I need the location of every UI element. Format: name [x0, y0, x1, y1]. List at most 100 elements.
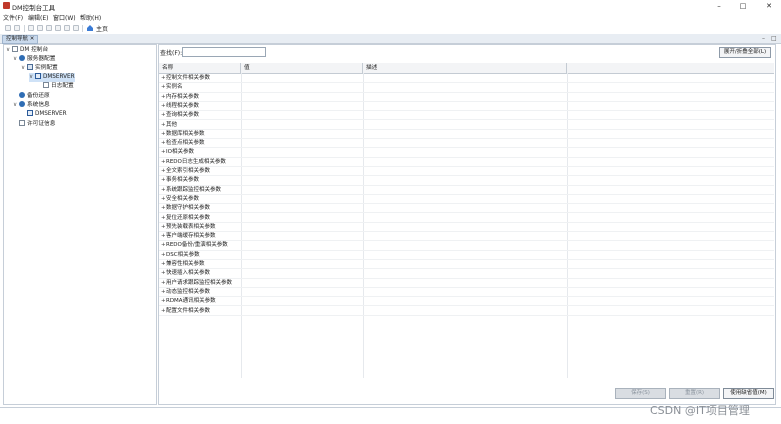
forward-icon[interactable]: [55, 25, 61, 31]
tab-control-navigation[interactable]: 控制导航 ✕: [2, 35, 39, 44]
table-row[interactable]: +全文索引相关参数: [159, 167, 774, 177]
table-row[interactable]: +其他: [159, 121, 774, 130]
row-label: 系统跟踪监控相关参数: [166, 186, 222, 193]
row-label: 查询相关参数: [166, 112, 200, 119]
maximize-button[interactable]: □: [736, 1, 750, 11]
menu-edit[interactable]: 编辑(E): [28, 13, 48, 22]
row-label: 其他: [166, 121, 178, 128]
panel-minimize-icon[interactable]: –: [762, 35, 765, 42]
save-icon[interactable]: [14, 25, 20, 31]
server-icon: [27, 110, 33, 116]
table-row[interactable]: +安全相关参数: [159, 195, 774, 205]
table-row[interactable]: +控制文件相关参数: [159, 74, 774, 84]
tree-node-system-info[interactable]: ∨ 系统信息: [13, 101, 50, 110]
row-label: 动态监控相关参数: [166, 288, 211, 295]
system-info-icon: [19, 101, 25, 107]
column-header-description[interactable]: 描述: [363, 63, 567, 73]
print-preview-icon[interactable]: [37, 25, 43, 31]
toolbar-separator: [82, 25, 83, 32]
instance-config-icon: [27, 64, 33, 70]
row-label: REDO备份/重演相关参数: [166, 242, 228, 249]
tree-node-log-config[interactable]: 日志配置: [37, 82, 74, 91]
refresh-icon[interactable]: [64, 25, 70, 31]
column-header-name[interactable]: 名称: [159, 63, 241, 73]
tree-node-dm-console[interactable]: ∨ DM 控制台: [6, 46, 48, 55]
tree-node-dmserver-config[interactable]: ∨ DMSERVER: [29, 73, 75, 82]
row-label: 内存相关参数: [166, 93, 200, 100]
row-label: RDMA通讯相关参数: [166, 298, 216, 305]
navigation-tree: ∨ DM 控制台 ∨ 服务器配置 ∨ 实例配置 ∨ DMSERVER 日志配置 备份还原…: [3, 44, 157, 405]
search-input[interactable]: [182, 47, 266, 57]
row-label: 线程相关参数: [166, 102, 200, 109]
print-icon[interactable]: [28, 25, 34, 31]
table-row[interactable]: +线程相关参数: [159, 102, 774, 112]
back-icon[interactable]: [46, 25, 52, 31]
home-icon[interactable]: [86, 24, 94, 32]
save-button[interactable]: 保存(S): [615, 388, 666, 399]
stop-icon[interactable]: [73, 25, 79, 31]
table-row[interactable]: +实例名: [159, 83, 774, 93]
table-row[interactable]: +数据库相关参数: [159, 130, 774, 140]
server-icon: [35, 73, 41, 79]
minimize-button[interactable]: –: [712, 1, 726, 11]
table-row[interactable]: +用户请求跟踪监控相关参数: [159, 279, 774, 288]
window-title: DM控制台工具: [12, 4, 56, 12]
row-label: 数据守护相关参数: [166, 205, 211, 212]
gear-icon: [19, 55, 25, 61]
menu-bar: 文件(F) 编辑(E) 窗口(W) 帮助(H): [0, 12, 781, 22]
new-icon[interactable]: [5, 25, 11, 31]
reset-button[interactable]: 重置(R): [669, 388, 720, 399]
menu-help[interactable]: 帮助(H): [80, 13, 101, 22]
toolbar-separator: [24, 25, 25, 32]
tree-node-backup-restore[interactable]: 备份还原: [13, 92, 50, 101]
tree-node-server-config[interactable]: ∨ 服务器配置: [13, 55, 55, 64]
column-header-value[interactable]: 值: [241, 63, 363, 73]
row-label: 兼容性相关参数: [166, 261, 205, 267]
tab-close-icon[interactable]: ✕: [30, 36, 35, 42]
home-label[interactable]: 主页: [96, 24, 108, 33]
table-row[interactable]: +快速插入相关参数: [159, 269, 774, 279]
use-default-button[interactable]: 使用缺省值(M): [723, 388, 774, 399]
row-label: 复位还原相关参数: [166, 214, 211, 221]
expand-collapse-all-button[interactable]: 展开/折叠全部(L): [719, 47, 771, 58]
table-row[interactable]: +DSC相关参数: [159, 251, 774, 260]
row-label: IO相关参数: [166, 149, 194, 156]
backup-icon: [19, 92, 25, 98]
table-row[interactable]: +事务相关参数: [159, 176, 774, 186]
tree-node-dmserver-info[interactable]: DMSERVER: [21, 110, 67, 119]
row-label: DSC相关参数: [166, 251, 200, 258]
table-row[interactable]: +复位还原相关参数: [159, 214, 774, 223]
menu-file[interactable]: 文件(F): [3, 13, 23, 22]
row-label: 快速插入相关参数: [166, 270, 211, 277]
table-row[interactable]: +数据守护相关参数: [159, 204, 774, 214]
row-label: 实例名: [166, 84, 183, 91]
menu-window[interactable]: 窗口(W): [53, 13, 76, 22]
table-row[interactable]: +兼容性相关参数: [159, 260, 774, 270]
row-label: 事务相关参数: [166, 177, 200, 184]
panel-maximize-icon[interactable]: □: [771, 35, 777, 42]
table-row[interactable]: +预先装载表相关参数: [159, 223, 774, 233]
table-row[interactable]: +REDO备份/重演相关参数: [159, 241, 774, 251]
search-label: 查找(F):: [160, 50, 183, 57]
table-row[interactable]: +REDO日志生成相关参数: [159, 158, 774, 167]
table-header: 名称 值 描述: [159, 63, 774, 74]
table-row[interactable]: +动态监控相关参数: [159, 288, 774, 298]
tree-node-instance-config[interactable]: ∨ 实例配置: [21, 64, 58, 73]
close-window-button[interactable]: ✕: [762, 1, 776, 11]
parameter-table: 名称 值 描述 +控制文件相关参数 +实例名 +内存相关参数 +线程相关参数 +查询相关…: [159, 63, 774, 378]
table-row[interactable]: +客户端缓存相关参数: [159, 232, 774, 242]
table-row[interactable]: +查询相关参数: [159, 111, 774, 121]
row-label: 检查点相关参数: [166, 140, 205, 147]
row-label: 控制文件相关参数: [166, 75, 211, 81]
table-row[interactable]: +检查点相关参数: [159, 139, 774, 149]
row-label: 预先装载表相关参数: [166, 223, 216, 230]
table-row[interactable]: +IO相关参数: [159, 148, 774, 158]
table-row[interactable]: +内存相关参数: [159, 93, 774, 102]
license-icon: [19, 120, 25, 126]
watermark: CSDN @IT项目管理: [650, 404, 750, 417]
tree-node-license-info[interactable]: 许可证信息: [13, 120, 55, 129]
table-row[interactable]: +系统跟踪监控相关参数: [159, 186, 774, 195]
table-row[interactable]: +配置文件相关参数: [159, 307, 774, 316]
table-row[interactable]: +RDMA通讯相关参数: [159, 297, 774, 307]
row-label: 安全相关参数: [166, 195, 200, 202]
